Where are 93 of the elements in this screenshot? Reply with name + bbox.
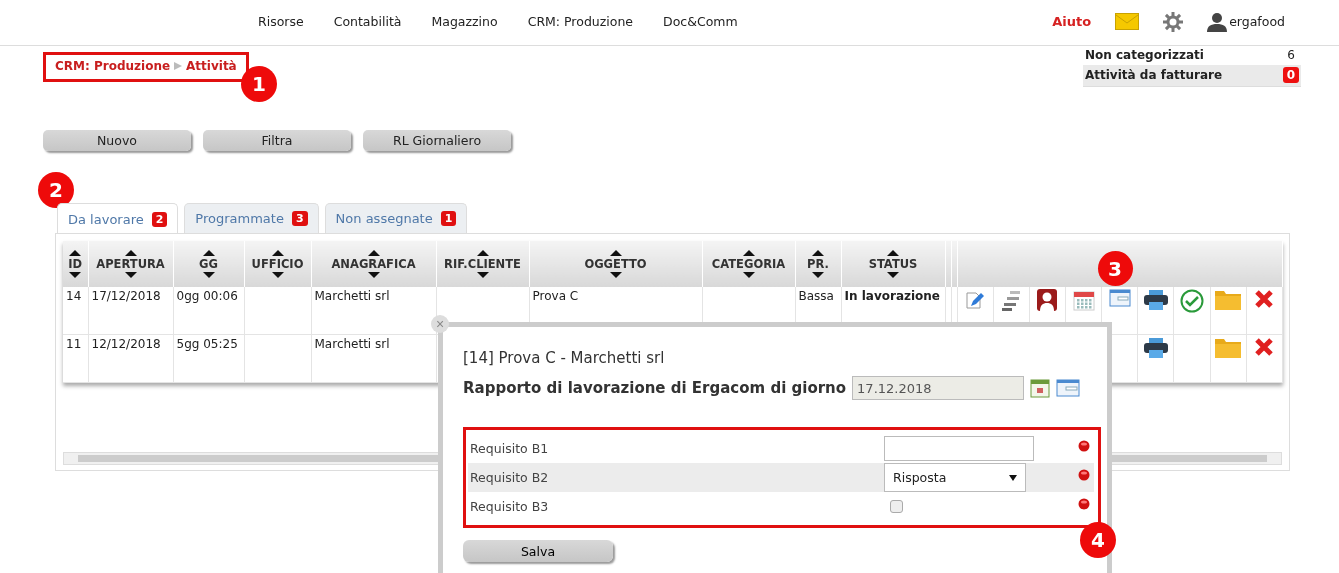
table-cell: Marchetti srl	[314, 337, 390, 351]
table-cell: In lavorazione	[844, 289, 940, 303]
list-icon[interactable]	[1001, 289, 1022, 311]
action-button[interactable]: Filtra	[203, 130, 351, 151]
nav-link[interactable]: Magazzino	[431, 14, 498, 29]
sort-down-icon[interactable]	[887, 272, 899, 278]
summary-label: Non categorizzati	[1085, 48, 1204, 62]
delete-icon[interactable]	[1254, 337, 1275, 357]
breadcrumb-link[interactable]: CRM: Produzione	[55, 59, 171, 73]
table-cell: 0gg 00:06	[176, 289, 238, 303]
sort-down-icon[interactable]	[812, 272, 824, 278]
sort-down-icon[interactable]	[367, 272, 380, 278]
sort-down-icon[interactable]	[742, 272, 755, 278]
text-field[interactable]	[884, 436, 1034, 461]
tab[interactable]: Non assegnate 1	[324, 203, 468, 233]
sort-up-icon[interactable]	[742, 250, 755, 256]
username[interactable]: ergafood	[1229, 14, 1285, 29]
sort-down-icon[interactable]	[202, 272, 215, 278]
table-cell: 5gg 05:25	[176, 337, 238, 351]
dropdown[interactable]: Risposta	[884, 463, 1026, 492]
requirement-label: Requisito B2	[469, 470, 550, 485]
table-cell: 12/12/2018	[91, 337, 161, 351]
summary-label: Attività da fatturare	[1085, 68, 1223, 82]
sort-up-icon[interactable]	[367, 250, 380, 256]
table-cell: 11	[66, 337, 82, 351]
table-cell: Prova C	[532, 289, 579, 303]
tab-count-badge: 1	[440, 211, 457, 226]
sort-down-icon[interactable]	[124, 272, 137, 278]
nav-link[interactable]: Doc&Comm	[663, 14, 738, 29]
summary-count: 0	[1282, 67, 1299, 83]
sort-up-icon[interactable]	[202, 250, 215, 256]
sort-up-icon[interactable]	[69, 250, 82, 256]
column-header[interactable]: PR.	[807, 257, 829, 271]
breadcrumb-link[interactable]: Attività	[186, 59, 237, 73]
action-button[interactable]: Nuovo	[43, 130, 191, 151]
summary-count: 6	[1286, 48, 1296, 62]
calendar-icon[interactable]	[1072, 289, 1095, 311]
check-icon[interactable]	[1180, 289, 1204, 313]
nav-link[interactable]: Contabilità	[333, 14, 402, 29]
sort-up-icon[interactable]	[124, 250, 137, 256]
table-cell: 17/12/2018	[91, 289, 161, 303]
tab-count-badge: 3	[291, 211, 308, 226]
sort-up-icon[interactable]	[812, 250, 824, 256]
form-icon[interactable]	[1108, 289, 1131, 307]
callout-number: 2	[38, 172, 74, 208]
printer-icon[interactable]	[1142, 289, 1169, 311]
sort-down-icon[interactable]	[271, 272, 284, 278]
status-dot-icon	[1078, 439, 1090, 452]
summary-row[interactable]: Attività da fatturare 0	[1083, 65, 1301, 87]
user-icon[interactable]	[1207, 11, 1228, 32]
table-cell: Bassa	[798, 289, 834, 303]
sort-up-icon[interactable]	[609, 250, 622, 256]
sort-up-icon[interactable]	[887, 250, 899, 256]
printer-icon[interactable]	[1142, 337, 1169, 359]
calendar-icon[interactable]	[1030, 378, 1051, 398]
tab[interactable]: Programmate 3	[184, 203, 319, 233]
checkbox[interactable]	[890, 500, 903, 513]
form-icon[interactable]	[1056, 379, 1081, 397]
help-link[interactable]: Aiuto	[1052, 14, 1092, 29]
callout-number: 1	[241, 66, 277, 102]
status-dot-icon	[1078, 497, 1090, 510]
pencil-icon[interactable]	[964, 289, 987, 311]
sort-down-icon[interactable]	[476, 272, 489, 278]
sort-down-icon[interactable]	[69, 272, 82, 278]
separator-icon	[174, 62, 183, 70]
gear-icon[interactable]	[1161, 9, 1186, 34]
nav-link[interactable]: CRM: Produzione	[527, 14, 634, 29]
person-icon[interactable]	[1037, 289, 1058, 311]
save-button[interactable]: Salva	[463, 540, 613, 562]
tab-count-badge: 2	[151, 211, 168, 227]
table-cell: Marchetti srl	[314, 289, 390, 303]
callout-number: 4	[1080, 522, 1116, 558]
callout-number: 3	[1097, 251, 1133, 286]
sort-up-icon[interactable]	[271, 250, 284, 256]
summary-row[interactable]: Non categorizzati 6	[1083, 46, 1301, 65]
table-cell: 14	[66, 289, 82, 303]
column-header[interactable]: ID	[68, 257, 83, 271]
status-dot-icon	[1078, 468, 1090, 481]
column-header[interactable]: STATUS	[868, 257, 918, 271]
delete-icon[interactable]	[1254, 289, 1275, 309]
requirement-label: Requisito B1	[469, 441, 550, 456]
popup-title: [14] Prova C - Marchetti srl	[463, 349, 666, 367]
report-label: Rapporto di lavorazione di Ergacom di giorno	[463, 379, 847, 397]
nav-link[interactable]: Risorse	[258, 14, 304, 29]
action-button[interactable]: RL Giornaliero	[363, 130, 511, 151]
column-header[interactable]: OGGETTO	[584, 257, 647, 271]
column-header[interactable]: GG	[199, 257, 218, 271]
sort-down-icon[interactable]	[609, 272, 622, 278]
tab[interactable]: Da lavorare 2	[57, 203, 179, 234]
date-field[interactable]: 17.12.2018	[852, 376, 1025, 400]
sort-up-icon[interactable]	[476, 250, 489, 256]
caret-icon	[1009, 474, 1017, 481]
requirement-label: Requisito B3	[469, 499, 550, 514]
